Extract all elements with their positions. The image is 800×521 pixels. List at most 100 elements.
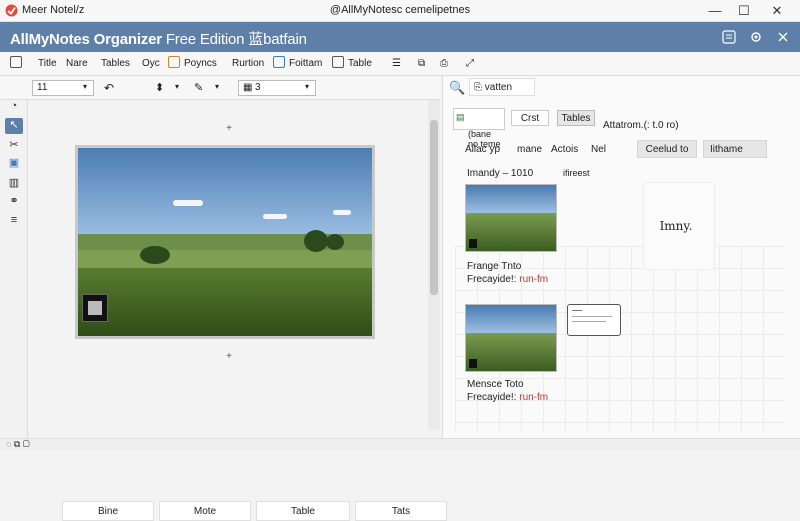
toolbar-rurtion-button[interactable]: Rurtion xyxy=(232,56,264,72)
filter-label: Attatrom.(: t.0 ro) xyxy=(603,120,679,131)
window-center-title: @AllMyNotesc cemelipetnes xyxy=(329,4,471,16)
landscape-photo[interactable] xyxy=(75,145,375,339)
filter-tables-button[interactable]: Tables xyxy=(557,110,595,126)
tab-mote[interactable]: Mote xyxy=(159,501,251,521)
mini-note-card[interactable] xyxy=(567,304,621,336)
layout-value: 3 xyxy=(255,82,261,93)
status-bar: ◌ ⧉ ▢ xyxy=(0,438,800,450)
side-note-card[interactable]: Imny. xyxy=(643,182,715,270)
chevron-down-icon[interactable]: ▾ xyxy=(175,82,179,91)
chevron-down-icon: ▾ xyxy=(83,82,88,91)
format-icon xyxy=(273,56,285,68)
caption-highlight: run-fm xyxy=(519,274,549,285)
canvas-tabs: Bine Mote Table Tats xyxy=(62,501,447,521)
toolbar-foittam-button[interactable]: Foittam xyxy=(273,56,322,72)
search-icon[interactable]: 🔍 xyxy=(449,80,465,96)
chevron-down-icon[interactable]: ▾ xyxy=(215,82,219,91)
toolbar-table-label: Table xyxy=(348,58,372,69)
note-button[interactable] xyxy=(10,56,26,72)
note-canvas[interactable]: + + Bine Mote Table Tats xyxy=(28,100,447,521)
doc-icon: ⎘ xyxy=(474,82,482,93)
filter-crst-label: Crst xyxy=(520,113,540,124)
caption-line1: Frange Tnto xyxy=(467,261,522,272)
list-item-caption: Mensce Toto Frecayide!: run-fm xyxy=(467,378,548,404)
status-icons: ◌ ⧉ ▢ xyxy=(6,439,30,449)
format-toolbar: 11 ▾ ↶ ⬍ ▾ ✎ ▾ ▦ 3 ▾ xyxy=(0,76,440,100)
undo-icon[interactable]: ↶ xyxy=(104,81,114,95)
toolbar-nare-button[interactable]: Nare xyxy=(66,56,88,72)
brand-edition: Free Edition 蓝batfain xyxy=(165,31,307,48)
font-size-select[interactable]: 11 ▾ xyxy=(32,80,94,96)
filter-tables-label: Tables xyxy=(561,113,591,124)
tab-tats[interactable]: Tats xyxy=(355,501,447,521)
add-above-icon[interactable]: + xyxy=(222,122,236,136)
chevron-down-icon: ▾ xyxy=(305,82,310,91)
left-tool-strip: ◔ ↖ ✂ ▣ ▥ ⚭ ≡ xyxy=(0,100,28,438)
image-icon[interactable]: ▣ xyxy=(5,156,23,172)
list-icon[interactable]: ≡ xyxy=(5,214,23,230)
note-thumbnail[interactable] xyxy=(465,304,557,372)
col-header-actions[interactable]: Actois xyxy=(551,144,578,155)
print-icon[interactable]: ⎙ xyxy=(440,56,448,72)
app-header-bar: AllMyNotes Organizer Free Edition 蓝batfa… xyxy=(0,22,800,52)
right-panel: 🔍 ⎘ vatten ▤ (bane no teme Crst Tables A… xyxy=(442,76,800,438)
note-icon xyxy=(10,56,22,68)
layout-select[interactable]: ▦ 3 ▾ xyxy=(238,80,316,96)
image-anchor-icon[interactable] xyxy=(82,294,108,322)
iithame-button[interactable]: Iithame xyxy=(703,140,767,158)
list-subtitle: ifireest xyxy=(563,168,590,178)
brush-icon[interactable]: ✎ xyxy=(194,81,203,94)
filter-bane-button[interactable]: ▤ (bane no teme xyxy=(453,108,505,149)
search-tab-label: vatten xyxy=(484,82,513,93)
align-icon[interactable]: ☰ xyxy=(392,56,401,72)
select-tool-icon[interactable]: ↖ xyxy=(5,118,23,134)
people-icon xyxy=(168,56,180,68)
doc-icon: ▤ xyxy=(456,112,465,122)
note-thumbnail[interactable] xyxy=(465,184,557,252)
tab-table[interactable]: Table xyxy=(256,501,350,521)
search-tab[interactable]: ⎘ vatten xyxy=(469,78,535,96)
col-header-type[interactable]: Ailac yp xyxy=(465,144,500,155)
maximize-button[interactable]: ☐ xyxy=(729,2,759,20)
col-header-nel[interactable]: Nel xyxy=(591,144,606,155)
caption-prefix: Frecayide!: xyxy=(467,392,517,403)
ceelud-to-button[interactable]: Ceelud to xyxy=(637,140,697,158)
copy-icon[interactable]: ⧉ xyxy=(418,56,425,72)
minimize-button[interactable]: — xyxy=(700,2,730,20)
scrollbar-thumb[interactable] xyxy=(430,120,438,295)
main-toolbar: Title Nare Tables Oyc Poyncs Rurtion Foi… xyxy=(0,52,800,76)
tab-bine[interactable]: Bine xyxy=(62,501,154,521)
time-icon[interactable]: ◔ xyxy=(5,100,23,116)
close-icon[interactable] xyxy=(776,30,790,44)
grid-icon: ▦ xyxy=(243,82,253,93)
toolbar-poyncs-button[interactable]: Poyncs xyxy=(168,56,217,72)
expand-icon[interactable]: ⤢ xyxy=(466,56,474,72)
col-header-name[interactable]: mane xyxy=(517,144,542,155)
canvas-scrollbar[interactable] xyxy=(428,100,440,430)
caption-prefix: Frecayide!: xyxy=(467,274,517,285)
toolbar-foittam-label: Foittam xyxy=(289,58,323,69)
add-below-icon[interactable]: + xyxy=(222,350,236,364)
chart-icon[interactable]: ▥ xyxy=(5,176,23,192)
scissors-icon[interactable]: ✂ xyxy=(5,138,23,154)
list-title: Imandy – 1010 xyxy=(467,168,534,179)
side-note-text: Imny. xyxy=(659,219,693,233)
close-window-button[interactable]: ✕ xyxy=(762,2,792,20)
toolbar-poyncs-label: Poyncs xyxy=(184,58,217,69)
toolbar-table-button[interactable]: Table xyxy=(332,56,372,72)
pointer-icon[interactable]: ⬍ xyxy=(155,81,164,94)
brand-name: AllMyNotes Organizer xyxy=(10,31,162,48)
toolbar-oyc-button[interactable]: Oyc xyxy=(142,56,160,72)
app-brand: AllMyNotes Organizer Free Edition 蓝batfa… xyxy=(10,28,307,49)
window-titlebar: Meer Notel/z @AllMyNotesc cemelipetnes —… xyxy=(0,0,800,22)
caption-highlight: run-fm xyxy=(519,392,549,403)
filter-crst-button[interactable]: Crst xyxy=(511,110,549,126)
toolbar-title-button[interactable]: Title xyxy=(38,56,57,72)
table-icon xyxy=(332,56,344,68)
link-icon[interactable]: ⚭ xyxy=(5,194,23,210)
toolbar-tables-button[interactable]: Tables xyxy=(101,56,130,72)
list-item-caption: Frange Tnto Frecayide!: run-fm xyxy=(467,260,548,286)
note-icon[interactable] xyxy=(722,30,736,44)
caption-line1: Mensce Toto xyxy=(467,379,524,390)
gear-icon[interactable] xyxy=(749,30,763,44)
